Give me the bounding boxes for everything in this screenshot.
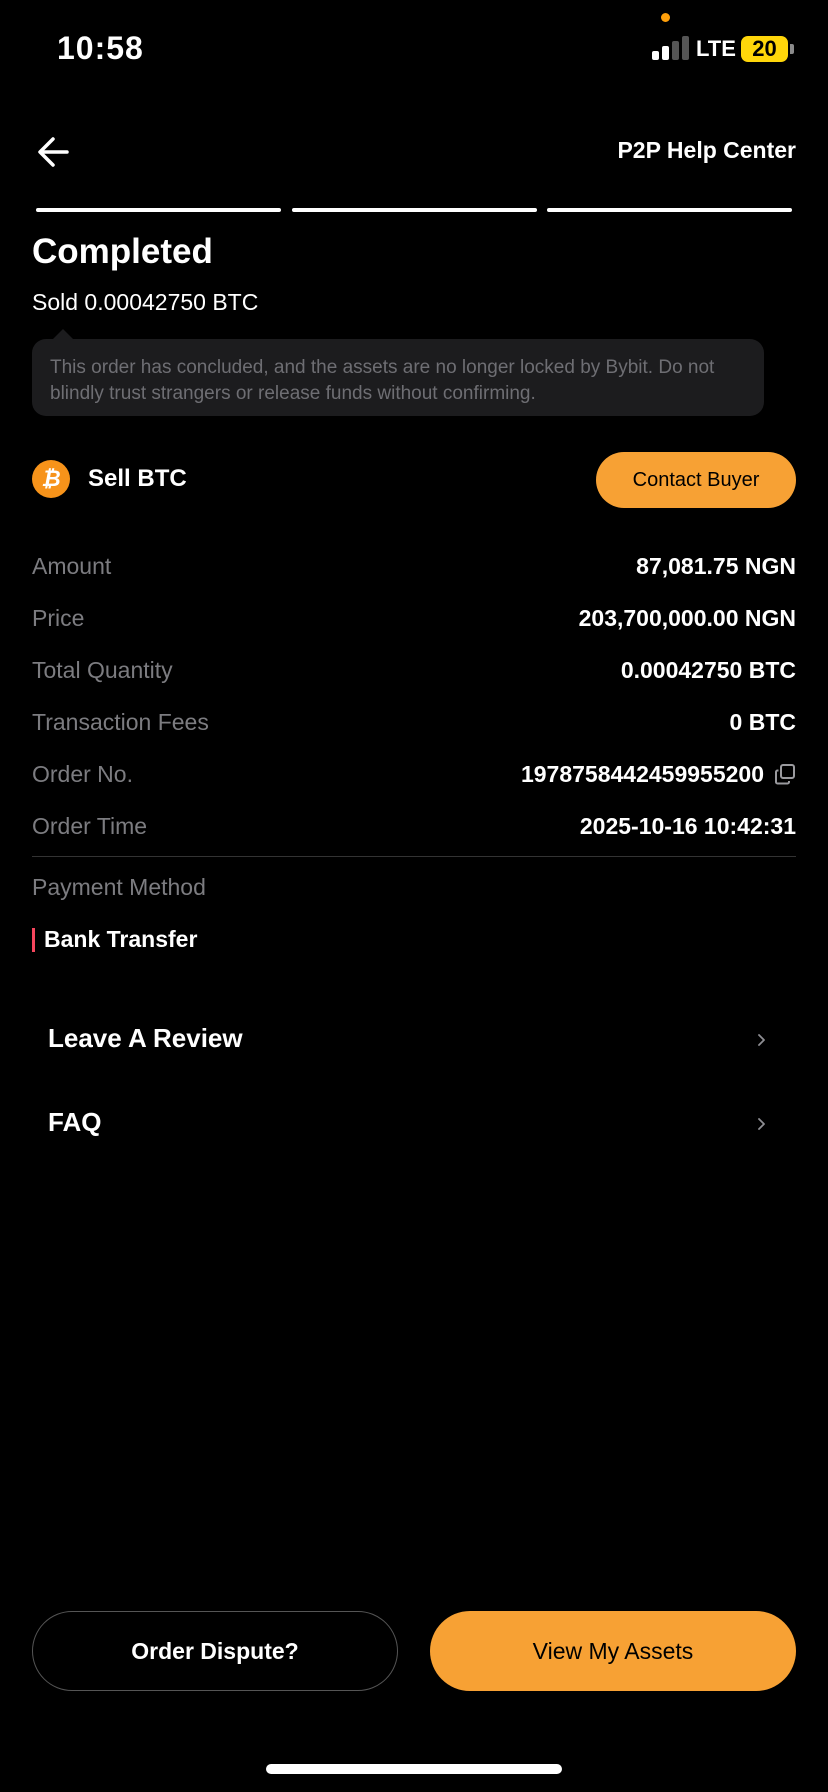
detail-label: Total Quantity <box>32 656 173 683</box>
payment-method-value: Bank Transfer <box>44 926 198 952</box>
progress-step <box>36 208 281 212</box>
payment-method-label: Payment Method <box>32 874 206 900</box>
p2p-help-center-link[interactable]: P2P Help Center <box>617 137 796 164</box>
order-number-text: 1978758442459955200 <box>520 760 764 787</box>
detail-row-amount: Amount 87,081.75 NGN <box>32 540 796 592</box>
status-time: 10:58 <box>57 30 144 66</box>
cellular-signal-icon <box>652 36 690 60</box>
order-summary: Sold 0.00042750 BTC <box>32 289 259 315</box>
chevron-right-icon <box>758 1118 765 1130</box>
contact-buyer-button[interactable]: Contact Buyer <box>596 452 796 508</box>
detail-label: Order Time <box>32 812 148 839</box>
progress-step <box>547 208 792 212</box>
order-number-value: 1978758442459955200 <box>521 761 796 788</box>
section-divider <box>32 856 796 857</box>
menu-item-label: Leave A Review <box>48 1023 243 1053</box>
detail-value: 2025-10-16 10:42:31 <box>579 812 796 839</box>
arrow-left-icon <box>38 137 69 167</box>
detail-value: 0 BTC <box>729 708 796 735</box>
trade-side-label: Sell BTC <box>88 465 187 492</box>
leave-review-item[interactable]: Leave A Review <box>0 1007 828 1073</box>
detail-row-order-time: Order Time 2025-10-16 10:42:31 <box>32 800 796 852</box>
home-indicator[interactable] <box>266 1764 562 1774</box>
network-type: LTE <box>696 36 736 61</box>
view-my-assets-button[interactable]: View My Assets <box>430 1611 796 1691</box>
detail-label: Price <box>32 604 85 631</box>
faq-item[interactable]: FAQ <box>0 1091 828 1157</box>
detail-value: 87,081.75 NGN <box>636 552 796 579</box>
copy-icon[interactable] <box>774 763 796 785</box>
order-notice: This order has concluded, and the assets… <box>32 339 764 416</box>
detail-row-transaction-fees: Transaction Fees 0 BTC <box>32 696 796 748</box>
back-button[interactable] <box>33 130 77 174</box>
detail-row-total-quantity: Total Quantity 0.00042750 BTC <box>32 644 796 696</box>
detail-value: 203,700,000.00 NGN <box>578 604 796 631</box>
status-bar: 10:58 LTE 20 <box>0 0 828 100</box>
detail-row-order-no: Order No. 1978758442459955200 <box>32 748 796 800</box>
detail-row-price: Price 203,700,000.00 NGN <box>32 592 796 644</box>
menu-item-label: FAQ <box>48 1107 102 1137</box>
battery-cap <box>790 44 794 54</box>
payment-method-accent-bar <box>32 928 35 952</box>
detail-label: Transaction Fees <box>32 708 209 735</box>
detail-value: 0.00042750 BTC <box>620 656 796 683</box>
chevron-right-icon <box>758 1034 765 1046</box>
privacy-indicator-dot <box>661 13 670 22</box>
bitcoin-icon: ₿ <box>32 460 70 498</box>
battery-icon: 20 <box>741 36 788 62</box>
detail-label: Order No. <box>32 760 133 787</box>
order-dispute-button[interactable]: Order Dispute? <box>32 1611 398 1691</box>
detail-label: Amount <box>32 552 112 579</box>
progress-step <box>292 208 537 212</box>
order-details: Amount 87,081.75 NGN Price 203,700,000.0… <box>32 540 796 852</box>
order-status-title: Completed <box>32 232 213 271</box>
order-progress-bar <box>36 208 793 212</box>
